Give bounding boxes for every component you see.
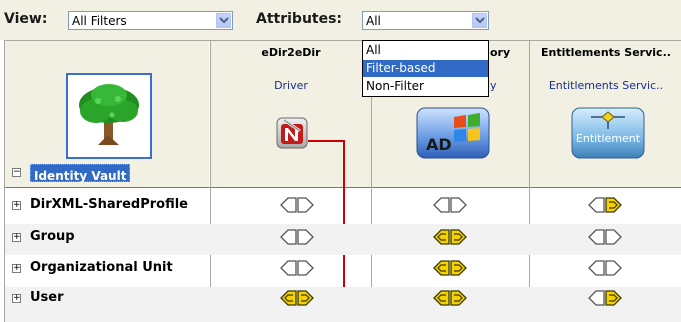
row-expand-toggle[interactable]: + — [12, 201, 21, 210]
sync-publish-icon[interactable] — [587, 196, 623, 214]
grid-line — [4, 40, 5, 322]
view-select-value: All Filters — [72, 14, 127, 28]
row-expand-toggle[interactable]: + — [12, 294, 21, 303]
sync-publish-icon[interactable] — [587, 289, 623, 307]
view-select[interactable]: All Filters — [68, 11, 233, 30]
sync-both-directions-icon[interactable] — [279, 289, 315, 307]
attributes-dropdown-list[interactable]: All Filter-based Non-Filter — [362, 40, 489, 97]
row-expand-toggle[interactable]: + — [12, 233, 21, 242]
vault-label-selection[interactable]: Identity Vault — [30, 164, 131, 183]
ad-icon-text: AD — [426, 135, 452, 154]
entitlement-icon-text: Entitlement — [575, 132, 641, 145]
row-label[interactable]: Organizational Unit — [30, 260, 208, 275]
entitlement-icon[interactable]: Entitlement — [571, 107, 645, 159]
dropdown-option-all[interactable]: All — [363, 42, 488, 59]
grid-line — [529, 40, 530, 322]
view-dropdown-button[interactable] — [216, 13, 231, 28]
vault-icon-frame[interactable] — [66, 73, 152, 159]
attributes-dropdown-button[interactable] — [472, 13, 487, 28]
sync-arrows-icon[interactable] — [279, 196, 315, 214]
attributes-select[interactable]: All — [362, 11, 489, 30]
sync-arrows-icon[interactable] — [587, 228, 623, 246]
active-directory-icon[interactable]: AD — [416, 107, 490, 159]
column-subtitle[interactable]: Driver — [211, 79, 371, 92]
column-title: ory — [490, 46, 511, 59]
column-header-1 — [211, 40, 371, 187]
vault-label: Identity Vault — [34, 169, 127, 183]
chevron-down-icon — [475, 17, 485, 24]
column-subtitle[interactable]: y — [490, 79, 510, 92]
dropdown-option-filter-based[interactable]: Filter-based — [363, 60, 488, 77]
grid-line — [4, 40, 681, 41]
sync-both-directions-icon[interactable] — [432, 289, 468, 307]
row-label[interactable]: DirXML-SharedProfile — [30, 197, 208, 212]
dropdown-option-non-filter[interactable]: Non-Filter — [363, 78, 488, 95]
sync-both-directions-icon[interactable] — [432, 228, 468, 246]
column-title: eDir2eDir — [261, 46, 321, 59]
sync-arrows-icon[interactable] — [279, 259, 315, 277]
column-subtitle[interactable]: Entitlements Servic.. — [531, 79, 681, 92]
vault-collapse-toggle[interactable]: − — [12, 168, 21, 177]
chevron-down-icon — [219, 17, 229, 24]
row-label[interactable]: Group — [30, 229, 208, 244]
row-expand-toggle[interactable]: + — [12, 264, 21, 273]
tree-icon — [79, 84, 139, 145]
edirectory-n-icon[interactable] — [276, 117, 308, 149]
connector-line — [308, 140, 344, 142]
column-title: Entitlements Servic.. — [541, 46, 671, 59]
attributes-select-value: All — [366, 14, 381, 28]
sync-arrows-icon[interactable] — [279, 228, 315, 246]
sync-arrows-icon[interactable] — [587, 259, 623, 277]
sync-arrows-icon[interactable] — [432, 196, 468, 214]
row-label[interactable]: User — [30, 290, 208, 305]
sync-both-directions-icon[interactable] — [432, 259, 468, 277]
view-label: View: — [4, 11, 48, 27]
attributes-label: Attributes: — [256, 11, 343, 27]
